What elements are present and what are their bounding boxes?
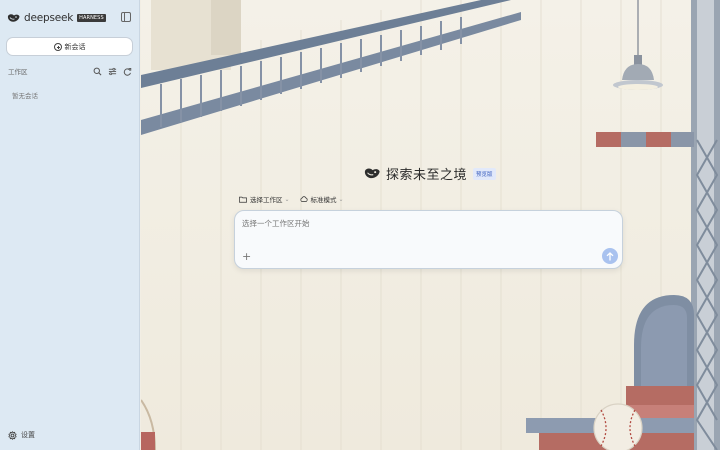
plus-icon[interactable]: + (242, 251, 251, 262)
folder-icon (239, 196, 247, 203)
brand: deepseek HARNESS (7, 10, 106, 26)
composer-options: 选择工作区 ⌄ 标准模式 ⌄ (239, 194, 354, 204)
chevron-down-icon: ⌄ (284, 195, 290, 203)
whale-logo-icon (364, 168, 380, 178)
composer: + (234, 210, 623, 269)
workspace-header: 工作区 (8, 65, 132, 77)
refresh-icon[interactable] (123, 67, 132, 76)
search-icon[interactable] (93, 67, 102, 76)
plus-circle-icon (53, 42, 62, 51)
whale-logo-icon (7, 13, 20, 22)
filter-icon[interactable] (108, 67, 117, 76)
settings-label: 设置 (21, 431, 35, 439)
workspace-label: 工作区 (8, 68, 28, 76)
brand-name: deepseek (24, 12, 74, 24)
new-chat-label: 新会话 (64, 42, 86, 51)
preview-badge: 预览版 (473, 167, 496, 180)
empty-sessions-text: 暂无会话 (12, 92, 38, 100)
message-input[interactable] (242, 219, 562, 228)
brand-badge: HARNESS (77, 14, 106, 22)
mode-select-label: 标准模式 (310, 196, 337, 204)
mode-select[interactable]: 标准模式 ⌄ (299, 194, 344, 204)
sidebar-toggle-icon[interactable] (121, 12, 131, 22)
arrow-up-icon (606, 251, 614, 260)
hero-title: 探索未至之境 (386, 168, 468, 183)
settings-button[interactable]: 设置 (8, 430, 35, 440)
chevron-down-icon: ⌄ (338, 195, 344, 203)
main-area: 探索未至之境 预览版 选择工作区 ⌄ 标准模式 ⌄ + (141, 0, 720, 450)
workspace-select-label: 选择工作区 (250, 196, 283, 204)
workspace-select[interactable]: 选择工作区 ⌄ (239, 194, 290, 204)
new-chat-button[interactable]: 新会话 (6, 37, 133, 56)
hero-title-row: 探索未至之境 预览版 (363, 164, 496, 183)
sidebar: deepseek HARNESS 新会话 工作区 暂无会话 设置 (0, 0, 140, 450)
gear-icon (8, 430, 17, 440)
send-button[interactable] (602, 248, 618, 264)
mode-icon (299, 196, 308, 202)
